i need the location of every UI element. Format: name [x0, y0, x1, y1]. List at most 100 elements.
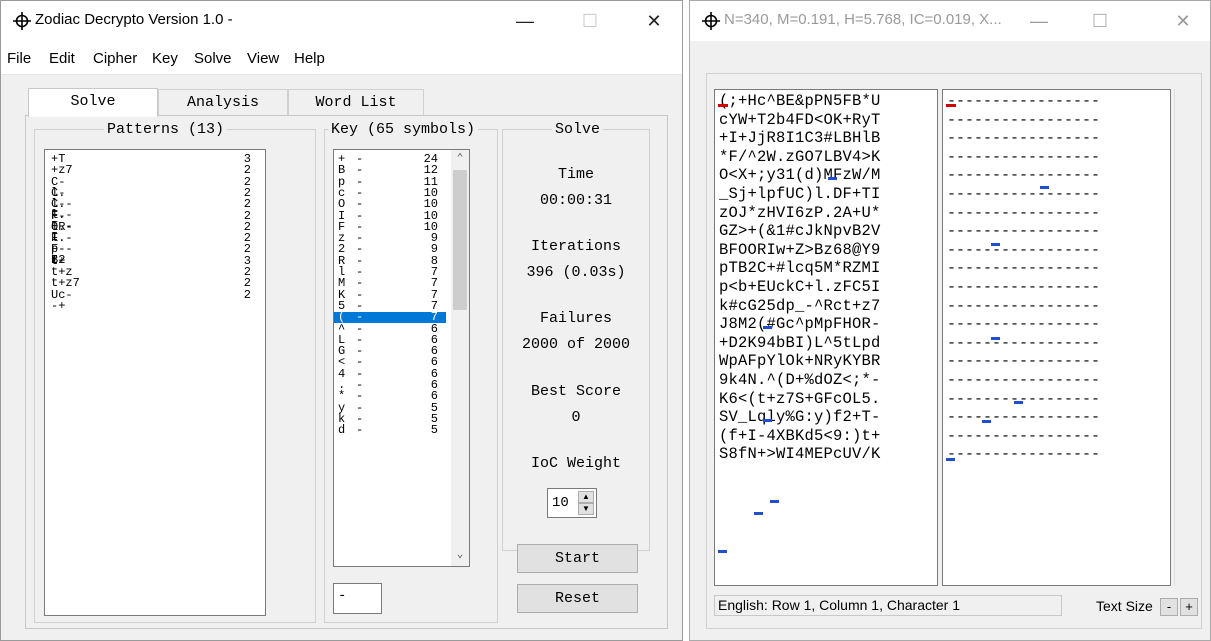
plaintext-line: -----------------	[947, 204, 1101, 222]
cipher-line: O<X+;y31(d)MFzW/M	[719, 166, 881, 185]
main-title-bar: Zodiac Decrypto Version 1.0 - — ☐ ✕	[1, 1, 682, 41]
cipher-line: 9k4N.^(D+%dOZ<;*-	[719, 371, 881, 389]
best-score-value: 0	[571, 409, 581, 426]
cipher-minimize-button[interactable]: —	[1016, 7, 1062, 37]
tab-solve[interactable]: Solve	[28, 88, 158, 117]
ioc-weight-spinner[interactable]: 10 ▲ ▼	[547, 488, 597, 518]
solve-tab-panel: Patterns (13) +T 3 +z7 2 C-l. 2 C-l.-F 2 C-l.-F-…	[25, 115, 668, 629]
close-button[interactable]: ✕	[631, 7, 677, 37]
menu-key[interactable]: Key	[152, 50, 178, 67]
key-row[interactable]: 4-6	[334, 368, 446, 380]
pane-scrollbar-track[interactable]	[1174, 89, 1190, 586]
key-row[interactable]: ^ -6	[334, 323, 446, 335]
symbol-highlight-mark	[946, 458, 955, 461]
menu-file[interactable]: File	[7, 50, 31, 67]
symbol-highlight-mark	[991, 337, 1000, 340]
plaintext-line: -----------------	[947, 186, 1101, 203]
tab-analysis[interactable]: Analysis	[158, 89, 288, 116]
cipher-line: (;+Hc^BE&pPN5FB*U	[719, 92, 881, 110]
failures-value: 2000 of 2000	[521, 336, 631, 353]
text-size-increase-button[interactable]: +	[1180, 598, 1198, 616]
cipher-line: p<b+EUckC+l.zFC5I	[719, 278, 881, 296]
ioc-weight-value: 10	[552, 495, 569, 511]
key-row[interactable]: L-6	[334, 334, 446, 346]
pattern-text: Uc--+	[51, 287, 73, 313]
key-edit-field[interactable]: -	[333, 583, 382, 614]
plaintext-line: -----------------	[947, 372, 1101, 389]
key-row[interactable]: G-6	[334, 345, 446, 357]
cipher-window-title: N=340, M=0.191, H=5.768, IC=0.019, X...	[724, 11, 1002, 28]
key-row[interactable]: * -6	[334, 390, 446, 402]
crosshair-icon	[702, 12, 720, 30]
cipher-text-pane[interactable]: (;+Hc^BE&pPN5FB*U cYW+T2b4FD<OK+RyT +I+JjR…	[714, 89, 938, 586]
cipher-line: (f+I-4XBKd5<9:)t+	[719, 426, 881, 445]
maximize-button[interactable]: ☐	[567, 7, 613, 37]
cipher-maximize-button[interactable]: ☐	[1077, 7, 1123, 37]
scroll-down-icon[interactable]: ⌄	[451, 548, 469, 562]
text-size-decrease-button[interactable]: -	[1160, 598, 1178, 616]
menu-help[interactable]: Help	[294, 50, 325, 67]
key-row[interactable]: 2-9	[334, 243, 446, 255]
cipher-line: cYW+T2b4FD<OK+RyT	[719, 110, 881, 129]
key-list-scroll-thumb[interactable]	[453, 170, 467, 310]
key-title: Key (65 symbols)	[328, 121, 479, 138]
menu-cipher[interactable]: Cipher	[93, 50, 137, 67]
plaintext-line: -----------------	[947, 390, 1101, 408]
symbol-highlight-mark	[982, 420, 991, 423]
key-row[interactable]: y-5	[334, 402, 446, 414]
spin-up-icon[interactable]: ▲	[578, 491, 594, 503]
plaintext-line: -----------------	[947, 223, 1101, 241]
start-button[interactable]: Start	[517, 544, 638, 573]
key-list[interactable]: + -24 B -12 p -11 c -10 O -10 I -10 F -10 z -9 2-9 R -8 l -7…	[333, 149, 470, 567]
plaintext-line: -----------------	[947, 446, 1101, 464]
symbol-highlight-mark	[763, 419, 772, 422]
reset-button[interactable]: Reset	[517, 584, 638, 613]
cipher-line: K6<(t+z7S+GFcOL5.	[719, 389, 881, 408]
key-row[interactable]: .-6	[334, 379, 446, 391]
key-row[interactable]: M-7	[334, 277, 446, 289]
plaintext-line: -----------------	[947, 316, 1101, 334]
key-row-selected[interactable]: (-7	[334, 311, 446, 324]
key-row[interactable]: F -10	[334, 221, 446, 233]
plaintext-line: -----------------	[947, 409, 1101, 427]
plaintext-line: -----------------	[947, 297, 1101, 315]
symbol-highlight-mark	[770, 500, 779, 503]
cipher-line: J8M2(#Gc^pMpFHOR-	[719, 315, 881, 334]
scroll-up-icon[interactable]: ⌃	[451, 152, 469, 166]
time-label: Time	[557, 166, 594, 183]
key-row[interactable]: l-7	[334, 266, 446, 278]
menu-solve[interactable]: Solve	[194, 50, 232, 67]
ioc-weight-label: IoC Weight	[530, 455, 621, 472]
plaintext-line: -----------------	[947, 241, 1101, 259]
menu-view[interactable]: View	[247, 50, 279, 67]
key-row[interactable]: K-7	[334, 289, 446, 301]
plaintext-pane[interactable]: ----------------- ----------------- ------…	[942, 89, 1171, 586]
patterns-list[interactable]: +T 3 +z7 2 C-l. 2 C-l.-F 2 C-l.-F--I 2 F-OR 2 l.-F 2 l…	[44, 149, 266, 616]
key-row[interactable]: k-5	[334, 413, 446, 425]
symbol-highlight-mark	[718, 550, 727, 553]
minimize-button[interactable]: —	[502, 7, 548, 37]
cipher-line: zOJ*zHVI6zP.2A+U*	[719, 203, 881, 222]
crosshair-icon	[13, 12, 31, 30]
iterations-label: Iterations	[530, 238, 621, 255]
key-edit-value: -	[338, 588, 347, 604]
symbol-highlight-mark	[1014, 401, 1023, 404]
main-window: Zodiac Decrypto Version 1.0 - — ☐ ✕ File…	[0, 0, 683, 641]
cipher-close-button[interactable]: ✕	[1160, 7, 1206, 37]
key-row[interactable]: d- 5	[334, 423, 446, 438]
iterations-value: 396 (0.03s)	[526, 264, 626, 281]
cipher-line: *F/^2W.zGO7LBV4>K	[719, 147, 881, 166]
menu-edit[interactable]: Edit	[49, 50, 75, 67]
key-list-scrollbar[interactable]: ⌃ ⌄	[451, 150, 469, 566]
cipher-line: +I+JjR8I1C3#LBHlB	[719, 129, 881, 148]
key-mapping: -	[356, 423, 364, 438]
plaintext-line: -----------------	[947, 427, 1101, 445]
key-row[interactable]: 5-7	[334, 300, 446, 312]
key-row[interactable]: < -6	[334, 356, 446, 368]
spin-down-icon[interactable]: ▼	[578, 503, 594, 515]
key-row[interactable]: R-8	[334, 255, 446, 267]
tab-word-list[interactable]: Word List	[288, 89, 424, 116]
key-row[interactable]: z-9	[334, 232, 446, 244]
symbol-highlight-mark	[946, 104, 956, 107]
plaintext-line: -----------------	[947, 260, 1101, 278]
